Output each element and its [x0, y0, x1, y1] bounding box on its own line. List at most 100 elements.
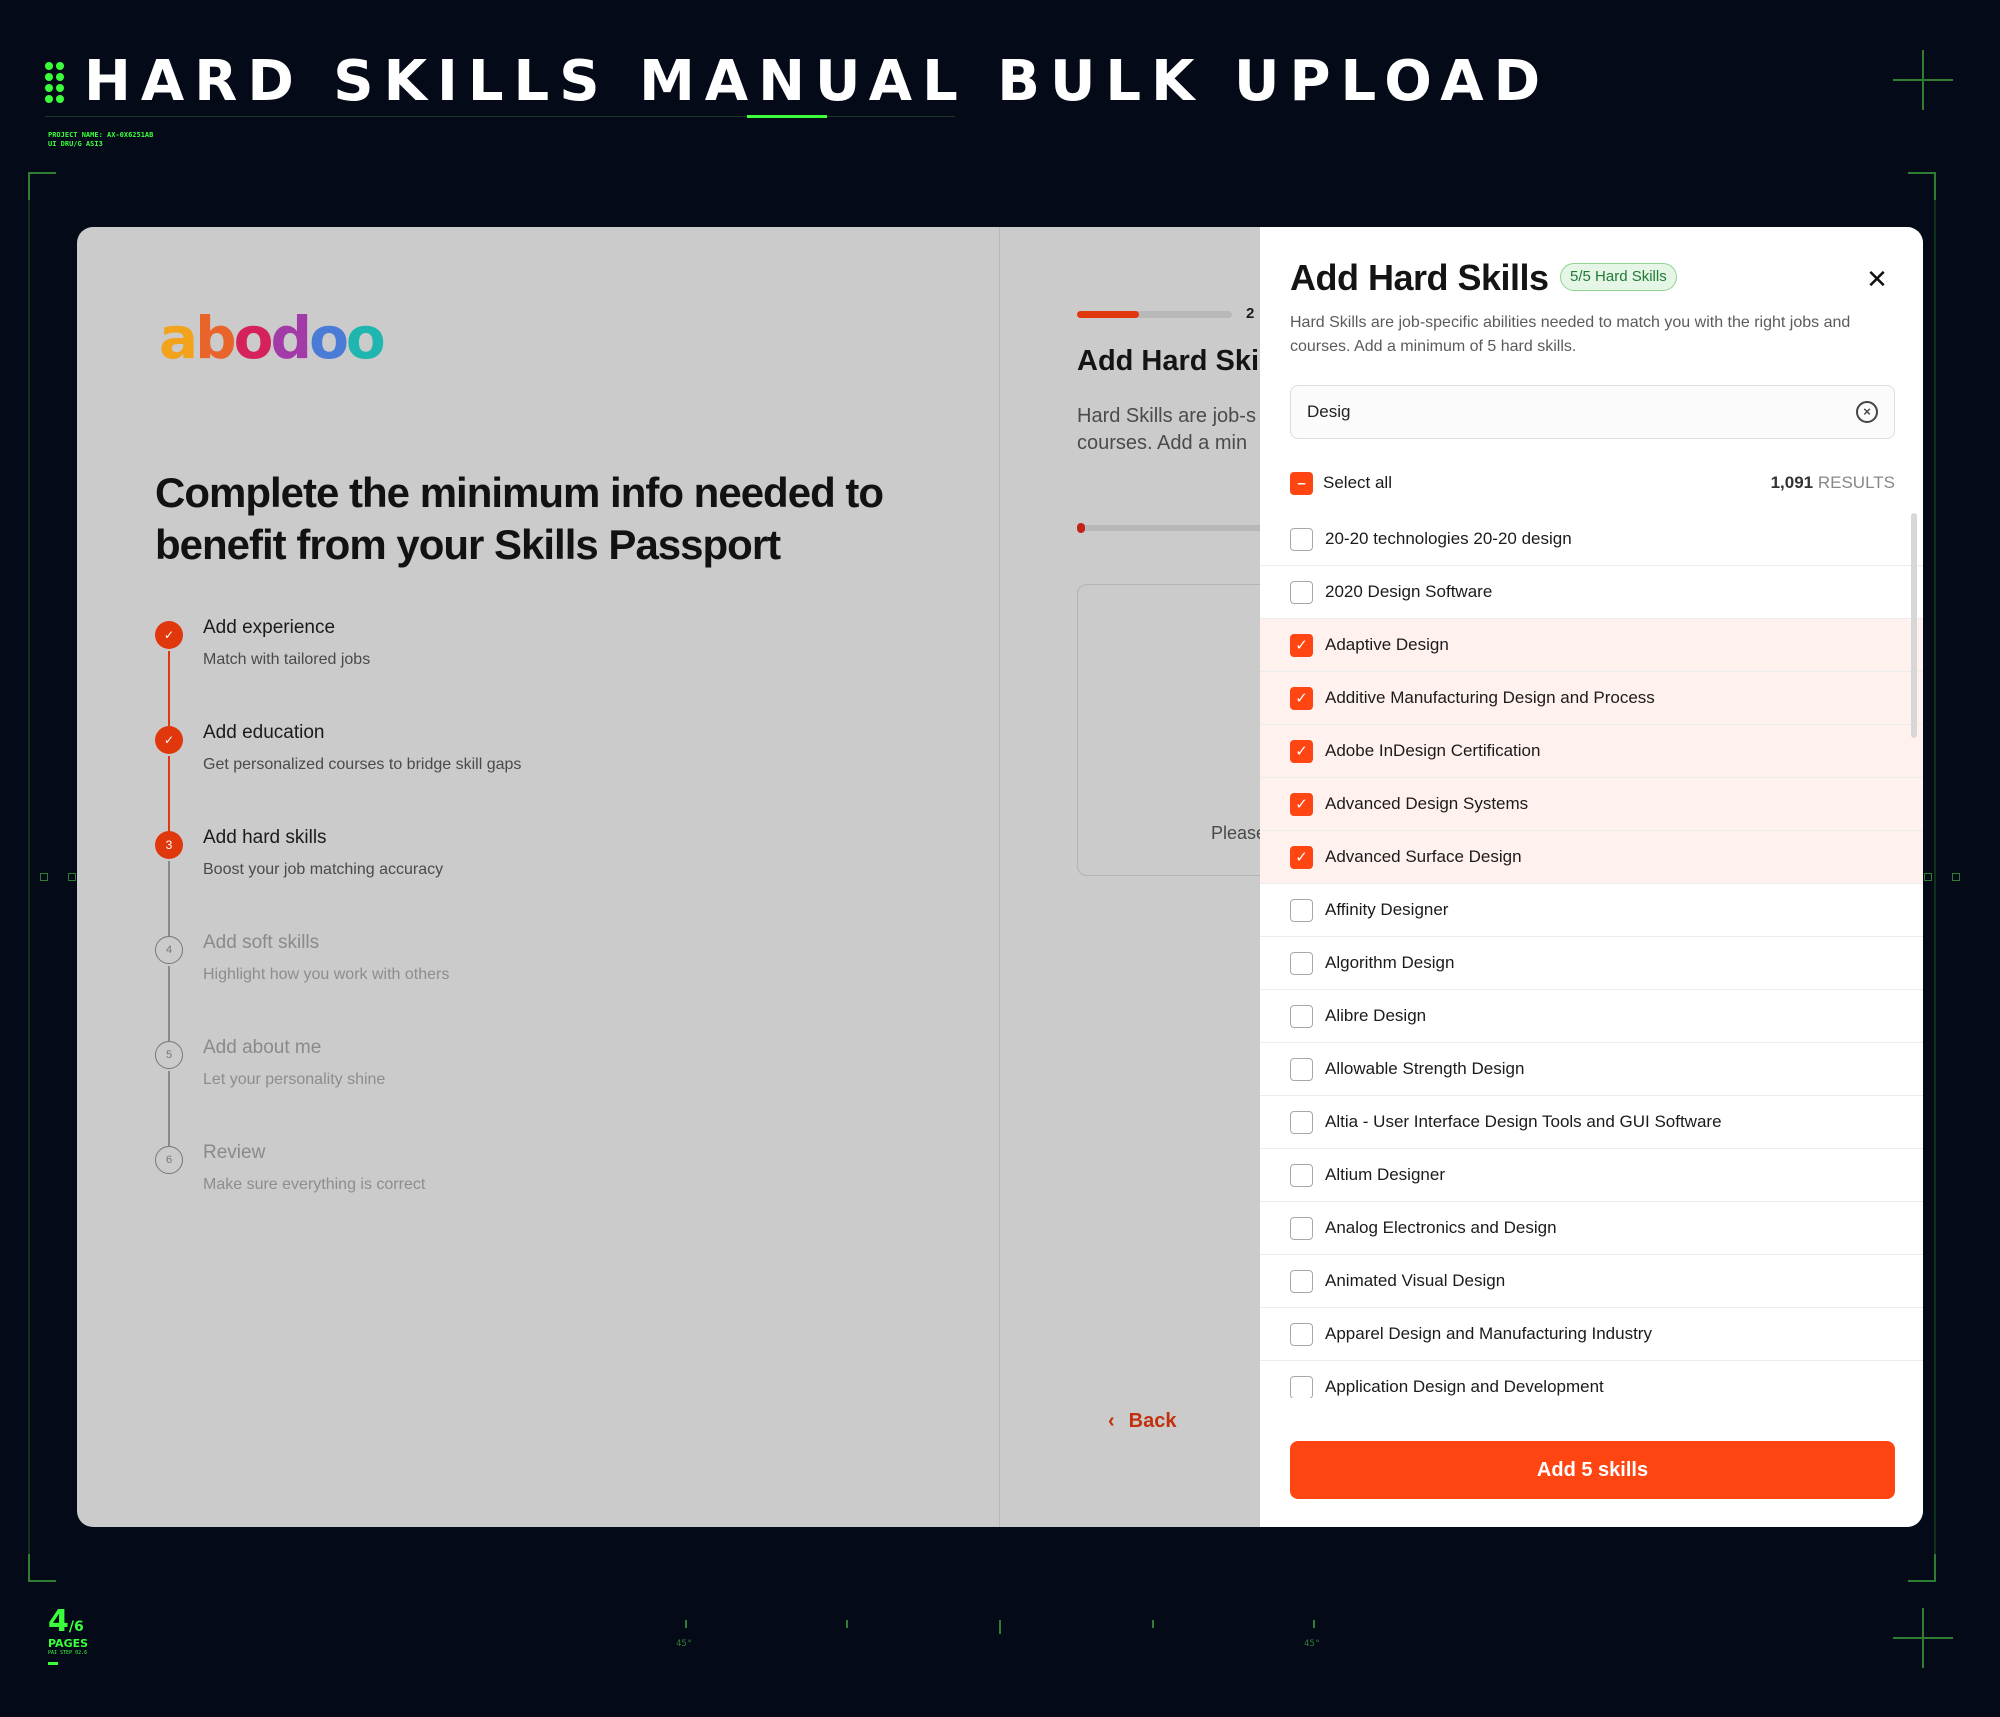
list-scrollbar[interactable] [1911, 513, 1917, 738]
skill-label: Algorithm Design [1325, 953, 1455, 972]
step-number: 3 [155, 831, 183, 859]
step-add-soft-skills[interactable]: 4 Add soft skills Highlight how you work… [155, 930, 521, 1041]
list-item[interactable]: Animated Visual Design [1260, 1255, 1923, 1308]
list-item[interactable]: ✓ Advanced Surface Design [1260, 831, 1923, 884]
skill-meter-fill [1077, 523, 1085, 533]
skill-label: Advanced Design Systems [1325, 794, 1529, 813]
list-item[interactable]: 2020 Design Software [1260, 566, 1923, 619]
step-subtitle: Boost your job matching accuracy [203, 861, 444, 878]
back-button[interactable]: ‹ Back [1108, 1410, 1176, 1433]
ruler-tick [1152, 1620, 1154, 1628]
page-title: HARD SKILLS MANUAL BULK UPLOAD [84, 49, 1551, 114]
list-item[interactable]: Algorithm Design [1260, 937, 1923, 990]
list-item[interactable]: ✓ Adaptive Design [1260, 619, 1923, 672]
list-item[interactable]: ✓ Additive Manufacturing Design and Proce… [1260, 672, 1923, 725]
list-item[interactable]: Apparel Design and Manufacturing Industr… [1260, 1308, 1923, 1361]
skill-label: Apparel Design and Manufacturing Industr… [1325, 1324, 1652, 1343]
step-add-education[interactable]: ✓ Add education Get personalized courses… [155, 720, 522, 831]
side-marker [68, 873, 76, 881]
skill-checkbox[interactable] [1290, 1004, 1313, 1028]
step-number: 4 [155, 936, 183, 964]
skill-checkbox[interactable] [1290, 1269, 1313, 1293]
step-title: Add soft skills [203, 932, 320, 953]
skill-label: Altium Designer [1325, 1165, 1445, 1184]
step-add-experience[interactable]: ✓ Add experience Match with tailored job… [155, 615, 521, 726]
list-item[interactable]: ✓ Adobe InDesign Certification [1260, 725, 1923, 778]
step-subtitle: Make sure everything is correct [203, 1176, 426, 1193]
step-review[interactable]: 6 Review Make sure everything is correct [155, 1140, 521, 1245]
headline: Complete the minimum info needed to bene… [155, 469, 884, 568]
ruler-tick [999, 1620, 1001, 1634]
list-item[interactable]: Alibre Design [1260, 990, 1923, 1043]
add-hard-skills-modal: Add Hard Skills 5/5 Hard Skills ✕ Hard S… [1260, 227, 1923, 1527]
step-number: 5 [155, 1041, 183, 1069]
skill-label: Altia - User Interface Design Tools and … [1325, 1112, 1722, 1131]
skill-checkbox[interactable] [1290, 898, 1313, 922]
skill-label: 2020 Design Software [1325, 582, 1493, 601]
degree-label: 45° [676, 1639, 693, 1649]
skill-checkbox[interactable] [1290, 1110, 1313, 1134]
skill-label: Application Design and Development [1325, 1377, 1604, 1396]
step-connector [168, 756, 170, 831]
back-label: Back [1128, 1410, 1177, 1432]
skill-checkbox[interactable]: ✓ [1290, 633, 1313, 657]
skill-label: 20-20 technologies 20-20 design [1325, 529, 1572, 548]
project-name: PROJECT NAME: AX-0X6251AB UI DRU/G ASI3 [48, 131, 154, 148]
list-item[interactable]: Analog Electronics and Design [1260, 1202, 1923, 1255]
step-title: Add experience [203, 617, 336, 638]
skill-checkbox[interactable]: ✓ [1290, 845, 1313, 869]
skill-checkbox[interactable] [1290, 1375, 1313, 1398]
step-title: Add about me [203, 1037, 322, 1058]
step-add-about-me[interactable]: 5 Add about me Let your personality shin… [155, 1035, 521, 1146]
close-icon[interactable]: ✕ [1861, 263, 1893, 295]
check-icon: ✓ [155, 621, 183, 649]
skill-label: Affinity Designer [1325, 900, 1449, 919]
select-all-label[interactable]: Select all [1323, 473, 1392, 493]
modal-description: Hard Skills are job-specific abilities n… [1290, 314, 1851, 355]
degree-label: 45° [1304, 1639, 1321, 1649]
select-all-checkbox[interactable]: – [1290, 471, 1313, 495]
search-input[interactable] [1307, 386, 1827, 438]
add-skills-button[interactable]: Add 5 skills [1290, 1441, 1895, 1499]
hud-title-bar: HARD SKILLS MANUAL BULK UPLOAD [45, 52, 1550, 112]
skill-label: Animated Visual Design [1325, 1271, 1506, 1290]
list-item[interactable]: Allowable Strength Design [1260, 1043, 1923, 1096]
list-item[interactable]: 20-20 technologies 20-20 design [1260, 513, 1923, 566]
clear-search-icon[interactable]: × [1856, 401, 1878, 423]
frame-corner [1908, 1554, 1936, 1582]
modal-title: Add Hard Skills [1290, 257, 1549, 298]
side-marker [1924, 873, 1932, 881]
step-number: 6 [155, 1146, 183, 1174]
skill-checkbox[interactable]: ✓ [1290, 686, 1313, 710]
list-item[interactable]: Affinity Designer [1260, 884, 1923, 937]
step-connector [168, 1071, 170, 1146]
step-add-hard-skills[interactable]: 3 Add hard skills Boost your job matchin… [155, 825, 521, 936]
skill-label: Analog Electronics and Design [1325, 1218, 1557, 1237]
list-item[interactable]: Application Design and Development [1260, 1361, 1923, 1398]
skill-checkbox[interactable]: ✓ [1290, 792, 1313, 816]
skill-checkbox[interactable] [1290, 951, 1313, 975]
progress-label: 2 [1246, 305, 1255, 322]
side-marker [40, 873, 48, 881]
skill-label: Additive Manufacturing Design and Proces… [1325, 688, 1655, 707]
skill-checkbox[interactable] [1290, 1057, 1313, 1081]
skill-checkbox[interactable] [1290, 1163, 1313, 1187]
list-item[interactable]: ✓ Advanced Design Systems [1260, 778, 1923, 831]
results-count: 1,091 RESULTS [1770, 473, 1895, 492]
app-window: abodoo Complete the minimum info needed … [77, 227, 1923, 1527]
skill-checkbox[interactable] [1290, 527, 1313, 551]
step-subtitle: Get personalized courses to bridge skill… [203, 756, 522, 773]
list-item[interactable]: Altia - User Interface Design Tools and … [1260, 1096, 1923, 1149]
skills-list[interactable]: 20-20 technologies 20-20 design 2020 Desi… [1260, 513, 1923, 1398]
chevron-left-icon: ‹ [1108, 1410, 1115, 1432]
step-subtitle: Highlight how you work with others [203, 966, 450, 983]
list-item[interactable]: Altium Designer [1260, 1149, 1923, 1202]
search-field: × [1290, 385, 1895, 439]
skill-checkbox[interactable]: ✓ [1290, 739, 1313, 763]
skill-checkbox[interactable] [1290, 580, 1313, 604]
skill-checkbox[interactable] [1290, 1216, 1313, 1240]
select-all-row: – Select all 1,091 RESULTS [1290, 468, 1895, 498]
step-title: Add hard skills [203, 827, 327, 848]
check-icon: ✓ [155, 726, 183, 754]
skill-checkbox[interactable] [1290, 1322, 1313, 1346]
